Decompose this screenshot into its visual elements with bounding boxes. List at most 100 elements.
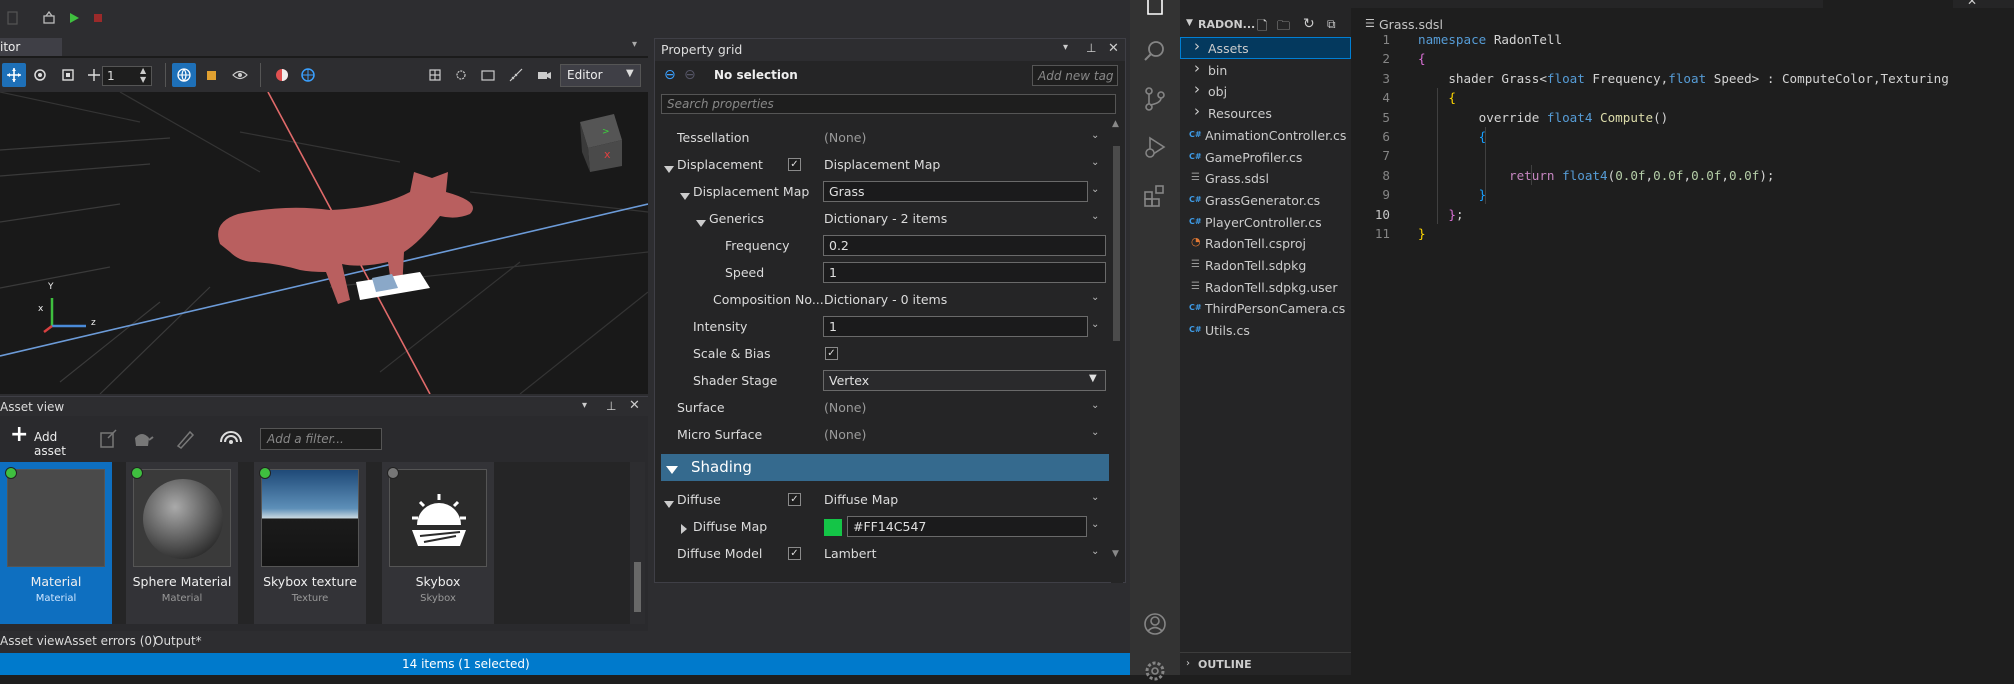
close-tab-icon[interactable]: ✕ (1967, 0, 1977, 8)
pin-icon[interactable]: ⊥ (1086, 41, 1096, 55)
3d-viewport[interactable]: > x Y z x (0, 92, 648, 394)
extensions-icon[interactable] (1142, 182, 1168, 208)
expand-down-icon[interactable] (680, 188, 690, 203)
scrollbar-thumb[interactable] (1113, 146, 1120, 341)
chevron-down-icon[interactable]: ⌄ (1091, 319, 1099, 330)
new-folder-icon[interactable]: 🗀 (1277, 17, 1290, 39)
add-asset-button[interactable]: + Add asset (8, 422, 88, 458)
close-icon[interactable]: ✕ (1108, 41, 1119, 56)
tree-item[interactable]: ☰ RadonTell.sdpkg (1180, 254, 1351, 276)
lighting-button[interactable] (296, 63, 320, 87)
diffuse-model-checkbox[interactable]: ✓ (788, 547, 801, 560)
refresh-icon[interactable]: ↻ (1303, 16, 1315, 32)
property-row-displacement-map[interactable]: Displacement Map Grass ⌄ (661, 179, 1111, 205)
snap-value-stepper[interactable]: 1 ▲ ▼ (102, 66, 152, 86)
property-row-tessellation[interactable]: Tessellation (None) ⌄ (661, 125, 1111, 151)
camera-view-button[interactable] (228, 63, 252, 87)
displacement-checkbox[interactable]: ✓ (788, 158, 801, 171)
tree-item[interactable]: C# ThirdPersonCamera.cs (1180, 297, 1351, 319)
property-row-micro-surface[interactable]: Micro Surface (None) ⌄ (661, 422, 1111, 448)
build-icon[interactable] (42, 11, 56, 25)
tree-item[interactable]: › obj (1180, 80, 1351, 102)
tree-item[interactable]: › Assets (1180, 37, 1351, 59)
scale-tool-button[interactable] (56, 63, 80, 87)
collapse-all-icon[interactable]: ⧉ (1327, 17, 1336, 32)
tree-item[interactable]: C# AnimationController.cs (1180, 124, 1351, 146)
close-icon[interactable]: ✕ (629, 398, 640, 413)
expand-down-icon[interactable] (664, 496, 674, 511)
asset-scrollbar[interactable] (630, 462, 645, 624)
import-icon[interactable] (98, 428, 120, 450)
tree-item[interactable]: › bin (1180, 59, 1351, 81)
panel-menu-icon[interactable]: ▾ (1063, 42, 1068, 53)
gear-icon[interactable] (1142, 658, 1168, 684)
translate-tool-button[interactable] (2, 63, 26, 87)
speed-field[interactable]: 1 (823, 262, 1106, 283)
code-line[interactable]: 9 } (1351, 185, 2014, 204)
chevron-down-icon[interactable]: ⌄ (1091, 427, 1099, 438)
property-row-speed[interactable]: Speed 1 (661, 260, 1111, 286)
property-row-surface[interactable]: Surface (None) ⌄ (661, 395, 1111, 421)
tree-item[interactable]: C# PlayerController.cs (1180, 211, 1351, 233)
chevron-down-icon[interactable]: ⌄ (1091, 130, 1099, 141)
teapot-icon[interactable] (130, 428, 154, 450)
back-icon[interactable]: ⊖ (664, 67, 676, 83)
scroll-up-icon[interactable]: ▲ (1112, 119, 1119, 129)
scene-editor-tab[interactable]: itor (0, 38, 62, 56)
asset-tile-skybox-texture[interactable]: Skybox texture Texture (254, 462, 366, 624)
property-row-diffuse[interactable]: Diffuse ✓ Diffuse Map ⌄ (661, 487, 1111, 513)
property-row-frequency[interactable]: Frequency 0.2 (661, 233, 1111, 259)
file-icon[interactable] (6, 11, 20, 25)
tree-item[interactable]: › Resources (1180, 102, 1351, 124)
tab-asset-errors[interactable]: Asset errors (0) (64, 634, 157, 648)
property-row-intensity[interactable]: Intensity 1 ⌄ (661, 314, 1111, 340)
scrollbar-thumb[interactable] (634, 562, 641, 612)
local-space-button[interactable] (200, 63, 224, 87)
tree-item[interactable]: ◔ RadonTell.csproj (1180, 232, 1351, 254)
explorer-project-header[interactable]: ▼ RADON... 🗋 🗀 ↻ ⧉ (1180, 14, 1351, 36)
expand-down-icon[interactable] (696, 215, 706, 230)
play-icon[interactable] (67, 11, 81, 25)
asset-tile-material[interactable]: Material Material (0, 462, 112, 624)
chevron-down-icon[interactable]: ⌄ (1091, 492, 1099, 503)
screenshot-button[interactable] (476, 63, 500, 87)
frequency-field[interactable]: 0.2 (823, 235, 1106, 256)
tab-active[interactable] (1823, 0, 1953, 8)
grid-toggle-button[interactable] (423, 63, 447, 87)
property-row-displacement[interactable]: Displacement ✓ Displacement Map ⌄ (661, 152, 1111, 178)
camera-settings-button[interactable] (532, 63, 556, 87)
tree-item[interactable]: ☰ RadonTell.sdpkg.user (1180, 276, 1351, 298)
explorer-icon[interactable] (1142, 0, 1168, 20)
code-line[interactable]: 5 override float4 Compute() (1351, 108, 2014, 127)
chevron-down-icon[interactable]: ⌄ (1091, 157, 1099, 168)
tree-item[interactable]: ☰ Grass.sdsl (1180, 167, 1351, 189)
asset-filter-input[interactable]: Add a filter... (260, 428, 382, 450)
diffuse-checkbox[interactable]: ✓ (788, 493, 801, 506)
property-row-shader-stage[interactable]: Shader Stage Vertex ▼ (661, 368, 1111, 394)
source-control-icon[interactable] (1142, 86, 1168, 112)
code-line[interactable]: 10 }; (1351, 205, 2014, 224)
property-row-diffuse-map[interactable]: Diffuse Map #FF14C547 ⌄ (661, 514, 1111, 540)
tree-item[interactable]: C# GrassGenerator.cs (1180, 189, 1351, 211)
property-scrollbar[interactable]: ▲ ▼ (1111, 119, 1123, 583)
property-row-generics[interactable]: Generics Dictionary - 2 items ⌄ (661, 206, 1111, 232)
run-debug-icon[interactable] (1142, 134, 1168, 160)
scroll-down-icon[interactable]: ▼ (1112, 549, 1119, 559)
tree-item[interactable]: C# GameProfiler.cs (1180, 146, 1351, 168)
view-options-icon[interactable] (219, 428, 243, 448)
property-row-scale-bias[interactable]: Scale & Bias ✓ (661, 341, 1111, 367)
tree-item[interactable]: C# Utils.cs (1180, 319, 1351, 341)
chevron-down-icon[interactable]: ⌄ (1091, 184, 1099, 195)
asset-tile-sphere-material[interactable]: Sphere Material Material (126, 462, 238, 624)
navigation-button[interactable] (504, 63, 528, 87)
color-swatch[interactable] (824, 519, 842, 536)
panel-menu-icon[interactable]: ▾ (582, 400, 587, 411)
scale-bias-checkbox[interactable]: ✓ (825, 347, 838, 360)
search-properties-input[interactable]: Search properties (661, 94, 1116, 114)
tab-asset-view[interactable]: Asset view (0, 634, 64, 648)
world-space-button[interactable] (172, 63, 196, 87)
forward-icon[interactable]: ⊖ (684, 67, 696, 83)
intensity-field[interactable]: 1 (823, 316, 1088, 337)
chevron-down-icon[interactable]: ⌄ (1091, 546, 1099, 557)
pin-icon[interactable]: ⊥ (606, 399, 616, 413)
